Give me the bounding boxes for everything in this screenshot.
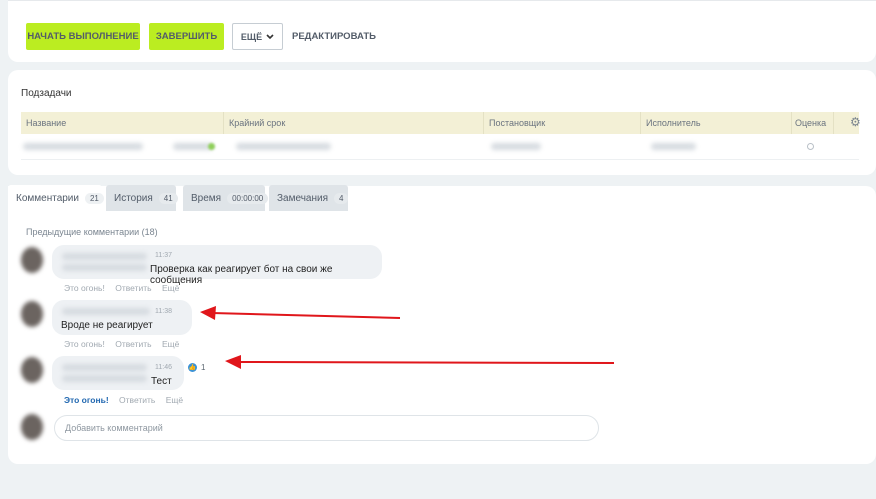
annotation-arrow (200, 306, 401, 320)
annotation-arrow (225, 355, 615, 369)
annotation-arrows (200, 306, 615, 369)
